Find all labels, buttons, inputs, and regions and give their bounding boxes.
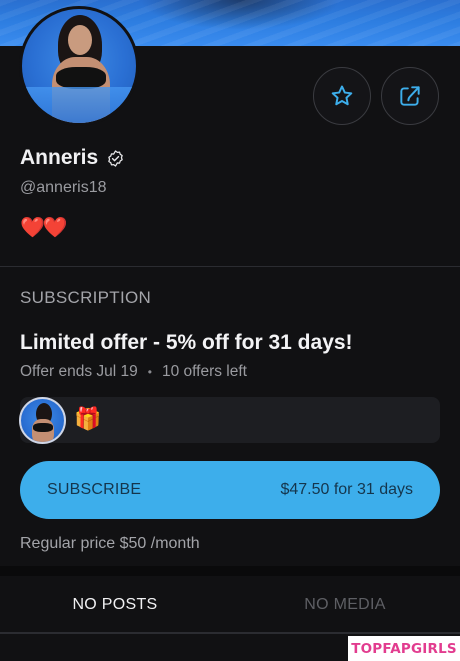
subscribe-label: SUBSCRIBE [47,481,142,498]
offer-ends: Offer ends Jul 19 [20,363,138,380]
subscription-heading: SUBSCRIPTION [20,288,152,307]
share-button[interactable] [381,67,439,125]
share-icon [400,86,420,106]
content-tabs: NO POSTS NO MEDIA [0,576,460,634]
profile-handle: @anneris18 [20,179,107,196]
gift-icon: 🎁 [74,406,102,431]
promo-avatar-top [33,423,53,432]
regular-price: Regular price $50 /month [20,535,200,552]
offer-meta: Offer ends Jul 19 • 10 offers left [20,363,247,381]
profile-page: Anneris @anneris18 ❤️❤️ SUBSCRIPTION Lim… [0,0,460,661]
offer-title: Limited offer - 5% off for 31 days! [20,331,353,354]
avatar[interactable] [19,6,139,126]
tabs-underline [0,632,460,634]
offers-left: 10 offers left [161,363,247,380]
tab-posts[interactable]: NO POSTS [0,576,230,634]
subscribe-button[interactable]: SUBSCRIBE $47.50 for 31 days [20,461,440,519]
section-separator [0,566,460,576]
avatar-water [22,87,136,123]
favorite-button[interactable] [313,67,371,125]
verified-icon [106,149,125,168]
subscribe-price: $47.50 for 31 days [280,481,413,498]
watermark: TOPFAPGIRLS [348,636,460,661]
name-row: Anneris [20,146,125,170]
tab-media[interactable]: NO MEDIA [230,576,460,634]
avatar-face [68,25,92,55]
divider [0,266,460,267]
avatar-top [56,67,106,89]
meta-separator: • [147,365,152,379]
profile-name: Anneris [20,146,99,169]
star-icon [331,85,353,106]
promo-avatar [19,397,66,444]
profile-bio: ❤️❤️ [20,217,68,239]
